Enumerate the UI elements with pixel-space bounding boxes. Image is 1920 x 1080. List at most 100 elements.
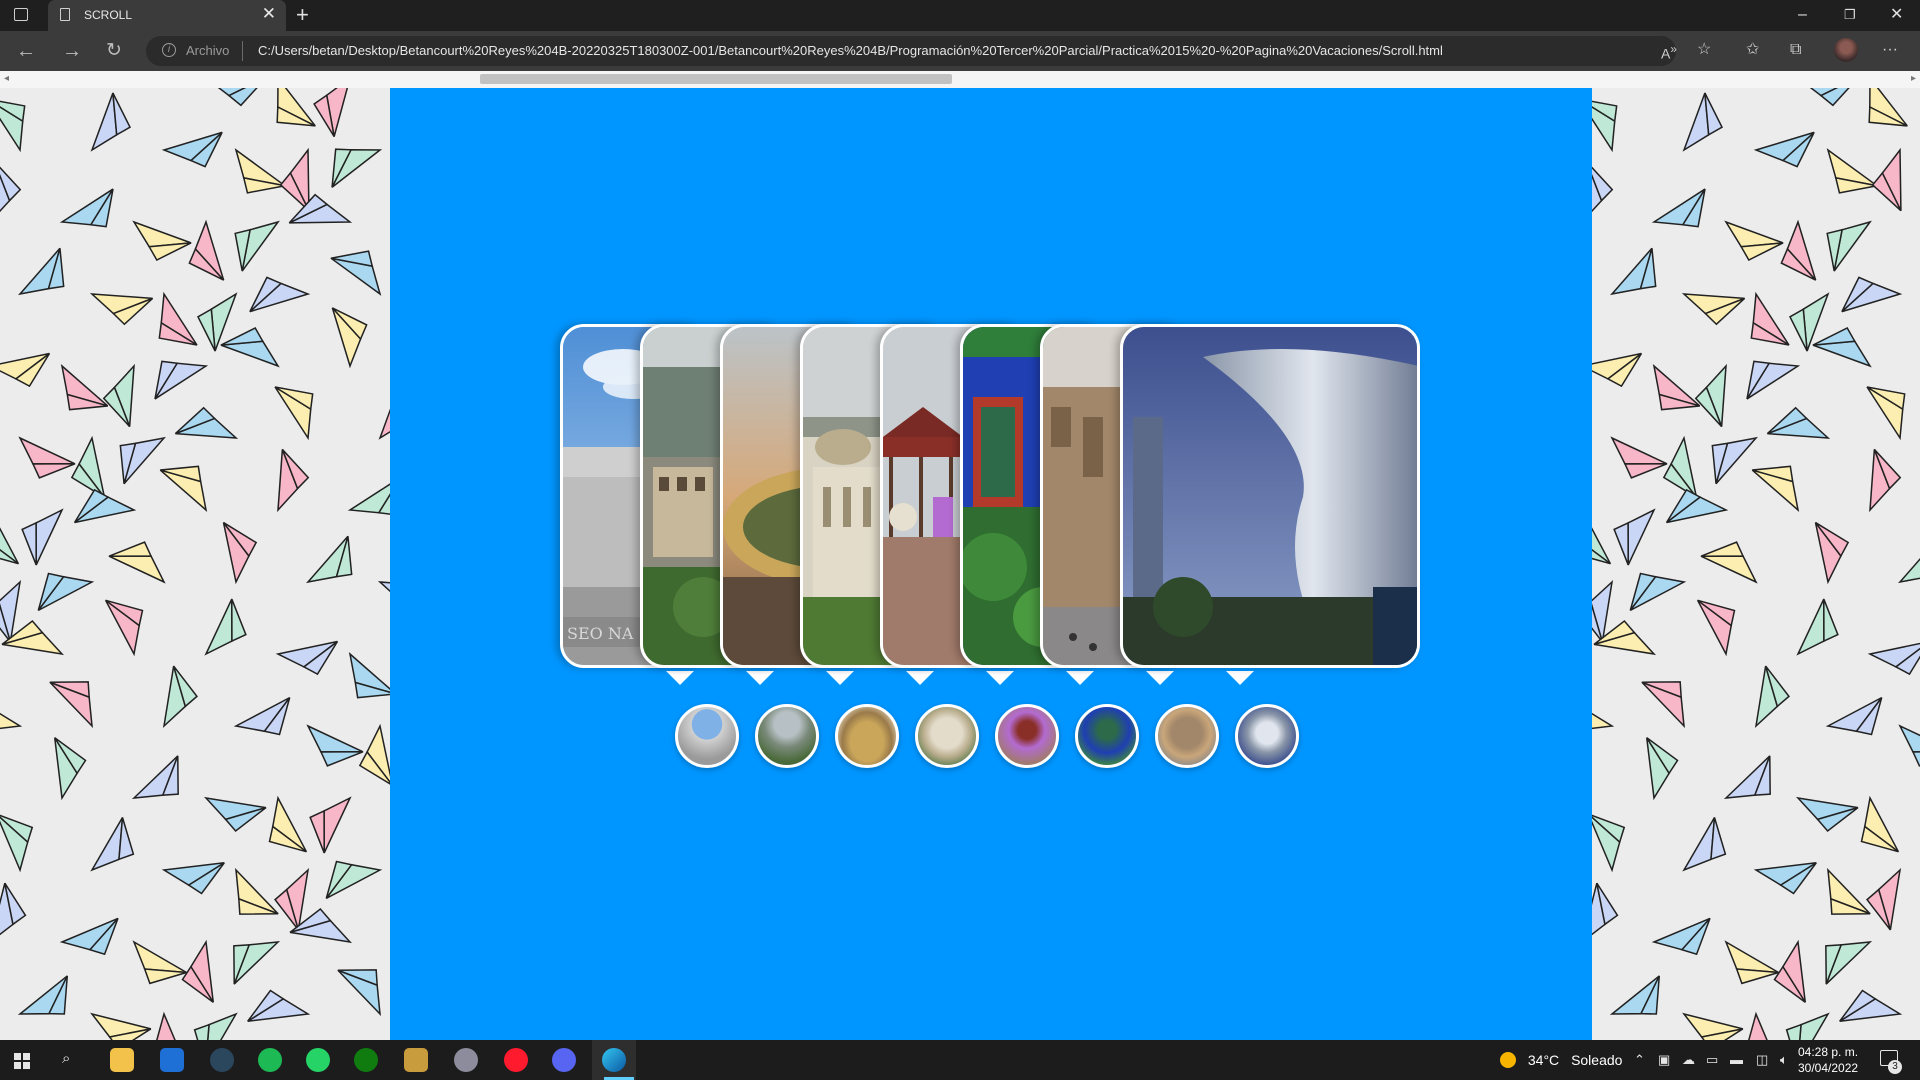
thumbnail-museo[interactable]: [675, 704, 739, 768]
tray-app-icon[interactable]: ▣: [1658, 1052, 1670, 1068]
windows-taskbar: ⌕ 34°C Soleado ⌃ ▣ ☁ ▭ ▬ ◫ 🔈︎ 04:28 p. m…: [0, 1040, 1920, 1080]
collections-icon[interactable]: ⧉: [1790, 40, 1801, 60]
card-pointer: [746, 671, 774, 685]
paper-plane-icon: [0, 882, 27, 944]
thumbnail-kiosco[interactable]: [995, 704, 1059, 768]
discord-icon[interactable]: [552, 1048, 576, 1072]
paper-plane-icon: [1866, 867, 1902, 931]
tab-title: SCROLL: [84, 8, 133, 22]
whatsapp-icon[interactable]: [306, 1048, 330, 1072]
volume-icon[interactable]: 🔈︎: [1780, 1052, 1788, 1068]
close-tab-icon[interactable]: ✕: [262, 5, 276, 23]
paper-plane-icon: [1609, 247, 1657, 296]
paper-plane-icon: [1753, 861, 1817, 895]
search-icon[interactable]: ⌕: [62, 1050, 70, 1067]
read-aloud-icon[interactable]: A»: [1661, 40, 1677, 64]
paper-plane-icon: [1746, 360, 1801, 400]
refresh-icon[interactable]: ↻: [106, 39, 122, 63]
paper-plane-icon: [1785, 1012, 1830, 1040]
paper-plane-icon: [1645, 737, 1679, 801]
paper-plane-icon: [53, 737, 87, 801]
close-window-icon[interactable]: ✕: [1890, 4, 1903, 26]
paper-plane-icon: [234, 220, 280, 272]
address-scheme: Archivo: [186, 43, 230, 58]
edge-icon[interactable]: [602, 1048, 626, 1072]
clock[interactable]: 04:28 p. m. 30/04/2022: [1798, 1044, 1858, 1076]
scrollbar-thumb[interactable]: [480, 74, 952, 84]
forward-icon[interactable]: →: [62, 39, 82, 63]
thumbnail-bellas-artes[interactable]: [915, 704, 979, 768]
paper-plane-icon: [90, 817, 135, 872]
card-pointer: [1066, 671, 1094, 685]
paper-plane-icon: [1651, 188, 1706, 228]
restore-icon[interactable]: ❐: [1844, 4, 1856, 26]
paper-plane-icon: [276, 88, 316, 127]
paper-plane-icon: [1629, 572, 1687, 612]
network-icon[interactable]: ◫: [1756, 1052, 1768, 1068]
windows-start-icon[interactable]: [14, 1053, 30, 1069]
paper-plane-icon: [1652, 363, 1701, 411]
paper-plane-icon: [59, 188, 114, 228]
weather-temperature: 34°C: [1527, 1052, 1560, 1068]
address-url[interactable]: C:/Users/betan/Desktop/Betancourt%20Reye…: [258, 43, 1443, 58]
paper-plane-icon: [1826, 220, 1872, 272]
weather-widget[interactable]: 34°C Soleado: [1500, 1052, 1622, 1068]
tab-actions-icon[interactable]: [14, 8, 28, 21]
paper-plane-icon: [1795, 88, 1860, 107]
address-bar[interactable]: i Archivo C:/Users/betan/Desktop/Betanco…: [146, 36, 1676, 66]
info-icon[interactable]: i: [162, 43, 176, 57]
paper-plane-icon: [1592, 160, 1614, 225]
favorite-add-icon[interactable]: ☆: [1697, 40, 1711, 60]
thumbnail-catedral[interactable]: [1155, 704, 1219, 768]
paper-plane-icon: [1753, 131, 1815, 168]
thumbnail-castillo[interactable]: [755, 704, 819, 768]
paper-plane-icon: [1825, 696, 1883, 736]
paper-plane-icon: [331, 307, 368, 369]
paper-plane-icon: [1682, 92, 1724, 152]
xbox-icon[interactable]: [354, 1048, 378, 1072]
browser-tab[interactable]: SCROLL ✕: [48, 0, 286, 31]
league-of-legends-icon[interactable]: [404, 1048, 428, 1072]
paper-plane-icon: [1796, 598, 1839, 656]
tray-display-icon[interactable]: ▭: [1706, 1052, 1718, 1068]
gallery-card-soumaya[interactable]: [1120, 324, 1420, 668]
onedrive-icon[interactable]: ☁: [1682, 1052, 1695, 1068]
paper-plane-icon: [17, 975, 69, 1015]
paper-plane-icon: [0, 709, 23, 735]
paper-plane-icon: [337, 969, 381, 1017]
scroll-left-icon[interactable]: ◂: [4, 73, 9, 84]
paper-plane-icon: [1592, 98, 1618, 153]
paper-plane-icon: [159, 465, 208, 513]
horizontal-scrollbar[interactable]: ◂ ▸: [0, 71, 1920, 88]
app-icon[interactable]: [454, 1048, 478, 1072]
mail-icon[interactable]: [160, 1048, 184, 1072]
paper-plane-icon: [1610, 436, 1668, 479]
card-pointer: [1226, 671, 1254, 685]
thumbnail-soumaya[interactable]: [1235, 704, 1299, 768]
thumbnail-casa-azul[interactable]: [1075, 704, 1139, 768]
paper-plane-icon: [377, 581, 390, 603]
profile-avatar[interactable]: [1834, 38, 1858, 62]
paper-plane-icon: [181, 939, 215, 1003]
paper-plane-icon: [1724, 940, 1779, 985]
steam-icon[interactable]: [210, 1048, 234, 1072]
more-icon[interactable]: ···: [1882, 40, 1898, 60]
favorites-icon[interactable]: ✩: [1746, 40, 1759, 60]
chevron-up-icon[interactable]: ⌃: [1634, 1052, 1645, 1068]
paper-plane-icon: [102, 363, 135, 428]
scroll-right-icon[interactable]: ▸: [1911, 73, 1916, 84]
new-tab-icon[interactable]: +: [296, 2, 309, 28]
paper-plane-icon: [1795, 796, 1859, 832]
minimize-icon[interactable]: –: [1798, 4, 1807, 26]
opera-icon[interactable]: [504, 1048, 528, 1072]
battery-icon[interactable]: ▬: [1730, 1052, 1743, 1067]
spotify-icon[interactable]: [258, 1048, 282, 1072]
back-icon[interactable]: ←: [16, 39, 36, 63]
paper-plane-icon: [275, 640, 339, 676]
paper-plane-icon: [1696, 599, 1736, 657]
thumbnail-estadio[interactable]: [835, 704, 899, 768]
paper-plane-icon: [204, 598, 247, 656]
file-explorer-icon[interactable]: [110, 1048, 134, 1072]
paper-plane-icon: [1592, 882, 1619, 944]
browser-title-bar: SCROLL ✕ + – ❐ ✕: [0, 0, 1920, 31]
